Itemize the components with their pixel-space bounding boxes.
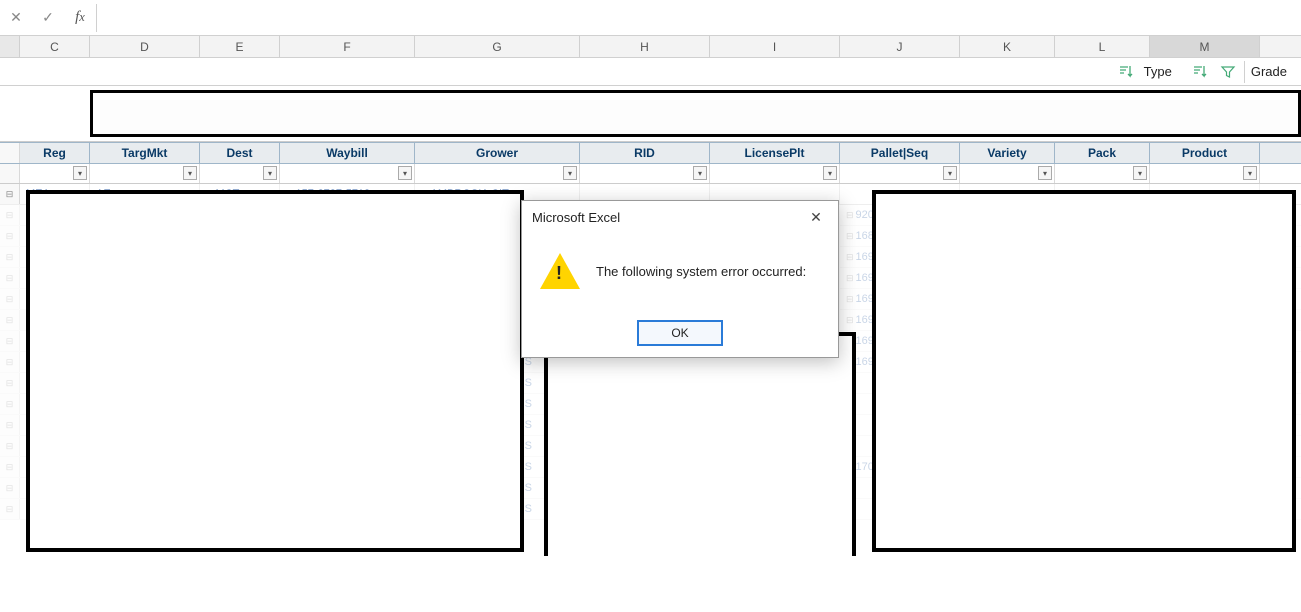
outline-toggle[interactable]: ⊟ bbox=[0, 373, 20, 393]
column-header-rid[interactable]: RID bbox=[580, 143, 710, 163]
filter-dropdown-targmkt[interactable]: ▾ bbox=[183, 166, 197, 180]
filter-cell-pack: ▾ bbox=[1055, 164, 1150, 183]
column-header-row: CDEFGHIJKLM bbox=[0, 36, 1301, 58]
filter-cell-dest: ▾ bbox=[200, 164, 280, 183]
filter-dropdown-license[interactable]: ▾ bbox=[823, 166, 837, 180]
column-header-D[interactable]: D bbox=[90, 36, 200, 57]
filter-dropdown-grower[interactable]: ▾ bbox=[563, 166, 577, 180]
column-header-M[interactable]: M bbox=[1150, 36, 1260, 57]
filter-row: ▾ ▾ ▾ ▾ ▾ ▾ ▾ ▾ ▾ ▾ ▾ bbox=[0, 164, 1301, 184]
banner-area bbox=[0, 86, 1301, 142]
cancel-formula-icon[interactable]: ✕ bbox=[0, 4, 32, 32]
outline-toggle[interactable]: ⊟ bbox=[0, 226, 20, 246]
banner-redaction-box bbox=[90, 90, 1301, 137]
fx-icon[interactable]: fx bbox=[64, 4, 96, 32]
sort-icon-2[interactable] bbox=[1190, 62, 1210, 82]
filter-cell-waybill: ▾ bbox=[280, 164, 415, 183]
outline-toggle[interactable]: ⊟ bbox=[0, 310, 20, 330]
filter-cell-product: ▾ bbox=[1150, 164, 1260, 183]
filter-cell-rid: ▾ bbox=[580, 164, 710, 183]
filter-cell-targmkt: ▾ bbox=[90, 164, 200, 183]
filter-dropdown-pack[interactable]: ▾ bbox=[1133, 166, 1147, 180]
outline-toggle[interactable]: ⊟ bbox=[0, 478, 20, 498]
column-header-L[interactable]: L bbox=[1055, 36, 1150, 57]
filter-dropdown-variety[interactable]: ▾ bbox=[1038, 166, 1052, 180]
column-header-H[interactable]: H bbox=[580, 36, 710, 57]
dialog-title: Microsoft Excel bbox=[532, 210, 620, 225]
column-header-F[interactable]: F bbox=[280, 36, 415, 57]
redaction-box-left bbox=[26, 190, 524, 552]
dialog-titlebar[interactable]: Microsoft Excel ✕ bbox=[522, 201, 838, 233]
column-header-waybill[interactable]: Waybill bbox=[280, 143, 415, 163]
filter-dropdown-pallet[interactable]: ▾ bbox=[943, 166, 957, 180]
outline-toggle[interactable]: ⊟ bbox=[0, 436, 20, 456]
error-dialog: Microsoft Excel ✕ The following system e… bbox=[521, 200, 839, 358]
redaction-box-middle bbox=[544, 332, 856, 556]
group-collapse-icon[interactable]: ⊟ bbox=[846, 273, 854, 284]
outline-toggle[interactable]: ⊟ bbox=[0, 289, 20, 309]
filter-dropdown-rid[interactable]: ▾ bbox=[693, 166, 707, 180]
column-header-dest[interactable]: Dest bbox=[200, 143, 280, 163]
outline-toggle[interactable]: ⊟ bbox=[0, 394, 20, 414]
filter-cell-license: ▾ bbox=[710, 164, 840, 183]
group-collapse-icon[interactable]: ⊟ bbox=[846, 294, 854, 305]
filter-cell-variety: ▾ bbox=[960, 164, 1055, 183]
dialog-message: The following system error occurred: bbox=[596, 264, 806, 279]
column-header-K[interactable]: K bbox=[960, 36, 1055, 57]
outline-toggle[interactable]: ⊟ bbox=[0, 352, 20, 372]
filter-cell-pallet: ▾ bbox=[840, 164, 960, 183]
filter-cell-grower: ▾ bbox=[415, 164, 580, 183]
filter-cell-reg: ▾ bbox=[20, 164, 90, 183]
outline-toggle[interactable]: ⊟ bbox=[0, 415, 20, 435]
group-collapse-icon[interactable]: ⊟ bbox=[846, 252, 854, 263]
column-header-variety[interactable]: Variety bbox=[960, 143, 1055, 163]
filter-dropdown-reg[interactable]: ▾ bbox=[73, 166, 87, 180]
accept-formula-icon[interactable]: ✓ bbox=[32, 4, 64, 32]
outline-gutter[interactable] bbox=[0, 143, 20, 163]
sort-icon[interactable] bbox=[1116, 62, 1136, 82]
column-header-J[interactable]: J bbox=[840, 36, 960, 57]
outline-toggle[interactable]: ⊟ bbox=[0, 184, 20, 204]
outline-toggle[interactable]: ⊟ bbox=[0, 268, 20, 288]
outline-toggle[interactable]: ⊟ bbox=[0, 331, 20, 351]
table-header-row: RegTargMktDestWaybillGrowerRIDLicensePlt… bbox=[0, 142, 1301, 164]
outline-toggle[interactable]: ⊟ bbox=[0, 499, 20, 519]
column-header-E[interactable]: E bbox=[200, 36, 280, 57]
group-collapse-icon[interactable]: ⊟ bbox=[846, 210, 854, 221]
column-header-product[interactable]: Product bbox=[1150, 143, 1260, 163]
group-collapse-icon[interactable]: ⊟ bbox=[846, 231, 854, 242]
select-all-corner[interactable] bbox=[0, 36, 20, 57]
formula-bar: ✕ ✓ fx bbox=[0, 0, 1301, 36]
outline-toggle[interactable]: ⊟ bbox=[0, 205, 20, 225]
warning-icon bbox=[540, 253, 580, 289]
outline-gutter[interactable] bbox=[0, 164, 20, 183]
formula-input[interactable] bbox=[96, 4, 1301, 32]
column-header-C[interactable]: C bbox=[20, 36, 90, 57]
column-header-license[interactable]: LicensePlt bbox=[710, 143, 840, 163]
column-header-I[interactable]: I bbox=[710, 36, 840, 57]
column-header-G[interactable]: G bbox=[415, 36, 580, 57]
filter-dropdown-product[interactable]: ▾ bbox=[1243, 166, 1257, 180]
view-toolbar: Type Grade bbox=[0, 58, 1301, 86]
type-label[interactable]: Type bbox=[1144, 64, 1172, 79]
redaction-box-right bbox=[872, 190, 1296, 552]
filter-icon[interactable] bbox=[1218, 62, 1238, 82]
filter-dropdown-waybill[interactable]: ▾ bbox=[398, 166, 412, 180]
separator bbox=[1244, 61, 1245, 83]
column-header-reg[interactable]: Reg bbox=[20, 143, 90, 163]
column-header-pallet[interactable]: Pallet|Seq bbox=[840, 143, 960, 163]
column-header-targmkt[interactable]: TargMkt bbox=[90, 143, 200, 163]
column-header-pack[interactable]: Pack bbox=[1055, 143, 1150, 163]
column-header-grower[interactable]: Grower bbox=[415, 143, 580, 163]
ok-button[interactable]: OK bbox=[637, 320, 723, 346]
outline-toggle[interactable]: ⊟ bbox=[0, 457, 20, 477]
close-icon[interactable]: ✕ bbox=[804, 205, 828, 229]
filter-dropdown-dest[interactable]: ▾ bbox=[263, 166, 277, 180]
group-collapse-icon[interactable]: ⊟ bbox=[846, 315, 854, 326]
outline-toggle[interactable]: ⊟ bbox=[0, 247, 20, 267]
grade-label[interactable]: Grade bbox=[1251, 64, 1287, 79]
